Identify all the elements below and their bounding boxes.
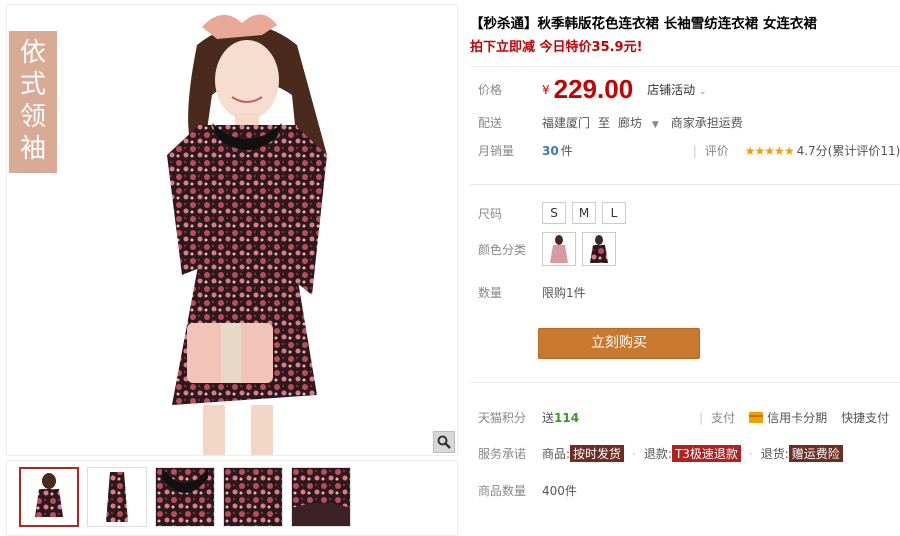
shop-activity-dropdown[interactable]: 店铺活动 ⌄	[647, 81, 706, 98]
service-item3-prefix: 退货:	[760, 447, 789, 461]
size-row: 尺码 S M L	[478, 202, 632, 224]
credit-card-icon	[749, 412, 764, 423]
delivery-to-word: 至	[598, 116, 611, 130]
points-amount: 114	[554, 410, 580, 425]
quick-pay[interactable]: 快捷支付	[841, 409, 889, 426]
freight-info: 商家承担运费	[670, 116, 743, 130]
stock-label: 商品数量	[478, 484, 527, 498]
delivery-from: 福建厦门	[542, 116, 591, 130]
color-option-floral-pink[interactable]	[542, 232, 576, 266]
thumbnail-1[interactable]	[19, 467, 79, 527]
size-label: 尺码	[478, 206, 503, 221]
service-row: 服务承诺 商品: 按时发货 · 退款: T3极速退款 · 退货: 赠运费险	[478, 445, 843, 462]
rating-link[interactable]: 4.7分(累计评价11)	[797, 142, 900, 159]
thumbnail-5[interactable]	[291, 467, 351, 527]
quantity-row: 数量 限购1件	[478, 284, 586, 301]
stock-value: 400件	[542, 484, 577, 498]
sales-unit: 件	[560, 144, 573, 158]
product-gallery: 依式领袖	[6, 4, 458, 536]
color-row: 颜色分类	[478, 232, 622, 266]
service-label: 服务承诺	[478, 447, 527, 461]
product-subtitle: 拍下立即减 今日特价35.9元!	[470, 40, 643, 55]
delivery-to-select[interactable]: 廊坊 ▼	[618, 114, 659, 131]
purchase-limit: 限购1件	[542, 286, 586, 300]
rating-stars: ★★★★★	[744, 143, 795, 158]
sales-label: 月销量	[478, 144, 515, 158]
points-send: 送	[542, 411, 555, 425]
stock-row: 商品数量 400件	[478, 482, 577, 499]
quantity-label: 数量	[478, 286, 503, 300]
brand-tag: 依式领袖	[9, 31, 57, 173]
caret-down-icon: ▼	[651, 120, 659, 130]
product-info-panel: 【秒杀通】秋季韩版花色连衣裙 长袖雪纺连衣裙 女连衣裙 拍下立即减 今日特价35…	[470, 4, 900, 536]
delivery-row: 配送 福建厦门 至 廊坊 ▼ 商家承担运费	[478, 114, 743, 131]
sales-row: 月销量 30 件 | 评价 ★★★★★ 4.7分(累计评价11)	[478, 142, 900, 159]
size-option-m[interactable]: M	[572, 202, 596, 224]
thumbnail-strip	[6, 460, 458, 536]
sales-count: 30	[542, 143, 559, 158]
price-label: 价格	[478, 83, 503, 97]
currency-symbol: ¥	[542, 82, 550, 97]
service-badge-refund[interactable]: T3极速退款	[671, 445, 741, 462]
buy-now-button[interactable]: 立刻购买	[538, 328, 700, 359]
shop-activity-label: 店铺活动	[647, 83, 696, 97]
pay-label: 支付	[711, 411, 736, 425]
thumbnail-3[interactable]	[155, 467, 215, 527]
color-option-floral-black[interactable]	[582, 232, 616, 266]
service-item1-prefix: 商品:	[542, 447, 571, 461]
delivery-label: 配送	[478, 116, 503, 130]
thumbnail-2[interactable]	[87, 467, 147, 527]
points-label: 天猫积分	[478, 411, 527, 425]
price-row: 价格 ¥ 229.00 店铺活动 ⌄	[478, 74, 707, 105]
service-badge-insurance[interactable]: 赠运费险	[788, 445, 843, 462]
credit-installment[interactable]: 信用卡分期	[767, 409, 827, 426]
price-value: 229.00	[553, 74, 634, 104]
service-item2-prefix: 退款:	[643, 447, 672, 461]
size-option-l[interactable]: L	[602, 202, 626, 224]
model-photo	[7, 5, 457, 455]
rating-label: 评价	[704, 144, 729, 158]
thumbnail-4[interactable]	[223, 467, 283, 527]
size-option-s[interactable]: S	[542, 202, 566, 224]
chevron-down-icon: ⌄	[699, 87, 707, 97]
magnifier-icon[interactable]	[433, 431, 455, 453]
product-title: 【秒杀通】秋季韩版花色连衣裙 长袖雪纺连衣裙 女连衣裙	[470, 16, 817, 32]
delivery-to-label: 廊坊	[618, 116, 643, 130]
main-product-image[interactable]: 依式领袖	[6, 4, 458, 456]
color-label: 颜色分类	[478, 242, 527, 257]
points-row: 天猫积分 送 114 | 支付 信用卡分期 快捷支付	[478, 409, 890, 426]
service-badge-ontime[interactable]: 按时发货	[570, 445, 625, 462]
